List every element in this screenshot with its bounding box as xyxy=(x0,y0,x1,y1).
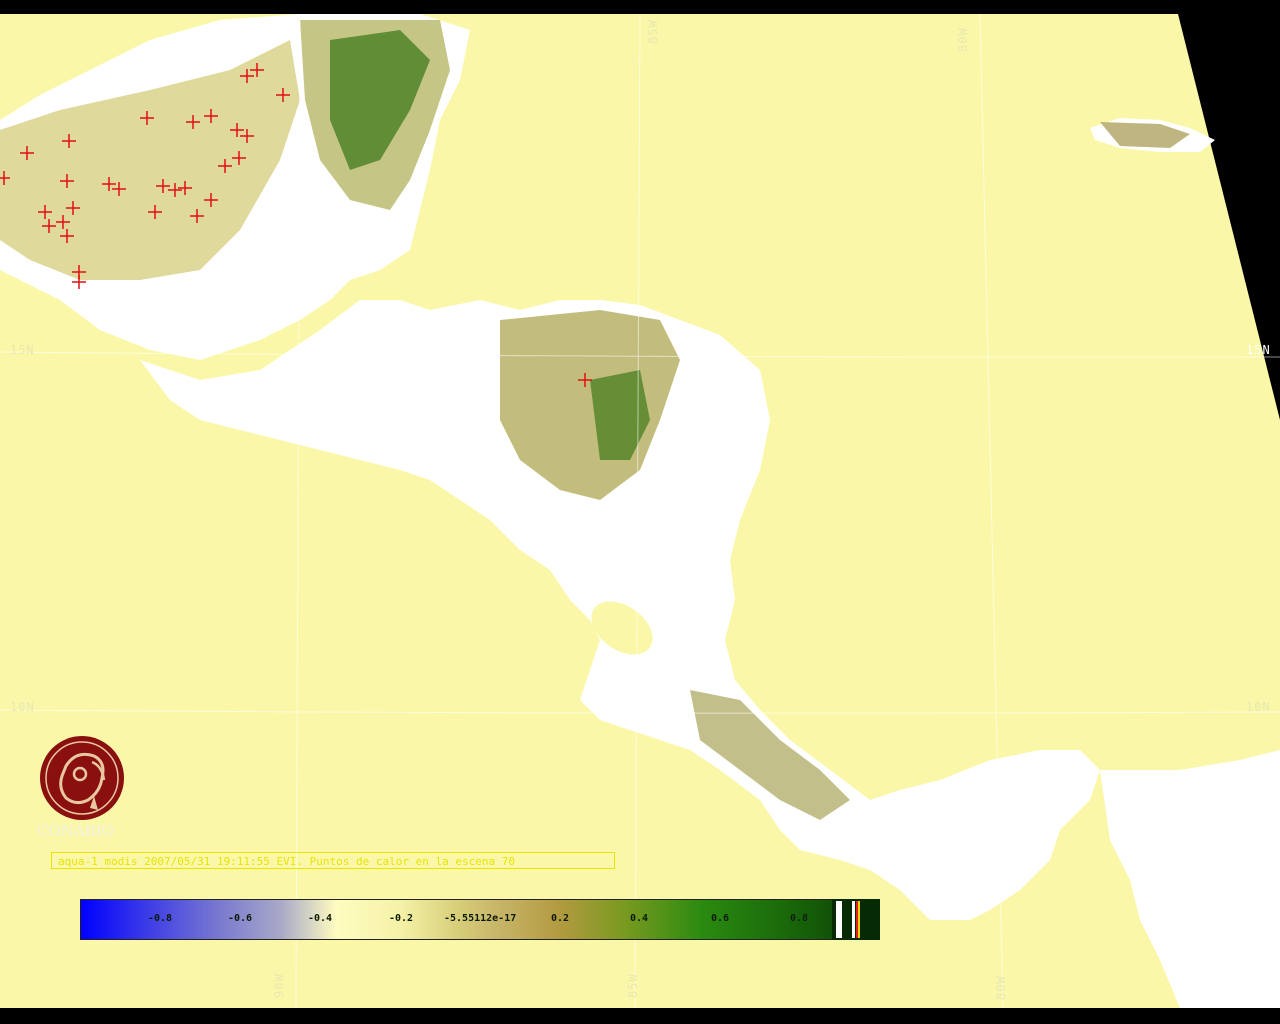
colorbar-tick: -0.8 xyxy=(148,913,173,924)
lon-label-bottom-90: 90W xyxy=(272,973,286,998)
conabio-emblem-icon xyxy=(40,736,124,820)
lat-label-15n-right: 15N xyxy=(1246,343,1271,357)
scene-caption: aqua-1 modis 2007/05/31 19:11:55 EVI. Pu… xyxy=(51,852,615,869)
lat-label-10n-right: 10N xyxy=(1246,700,1271,714)
colorbar-tick: -0.6 xyxy=(228,913,253,924)
evi-colorbar: -0.8 -0.6 -0.4 -0.2 -5.55112e-17 0.2 0.4… xyxy=(80,899,880,940)
lat-label-15n-left: 15N xyxy=(10,343,35,357)
colorbar-tick: 0.6 xyxy=(711,913,730,924)
map-canvas xyxy=(0,0,1280,1024)
colorbar-tick: -5.55112e-17 xyxy=(444,913,517,924)
satellite-map xyxy=(0,0,1280,1024)
logo-text: CONABIO xyxy=(37,822,114,840)
lon-label-bottom-85: 85W xyxy=(626,973,640,998)
lon-label-top-85: 85W xyxy=(646,19,660,44)
colorbar-tick: -0.4 xyxy=(308,913,333,924)
lon-label-top-80: 80W xyxy=(956,27,970,52)
colorbar-tick: 0.8 xyxy=(790,913,809,924)
colorbar-tick: 0.2 xyxy=(551,913,570,924)
lon-label-bottom-80: 80W xyxy=(994,975,1008,1000)
colorbar-tick: 0.4 xyxy=(630,913,649,924)
lat-label-10n-left: 10N xyxy=(10,700,35,714)
colorbar-end-block xyxy=(832,899,880,940)
colorbar-tick: -0.2 xyxy=(389,913,414,924)
